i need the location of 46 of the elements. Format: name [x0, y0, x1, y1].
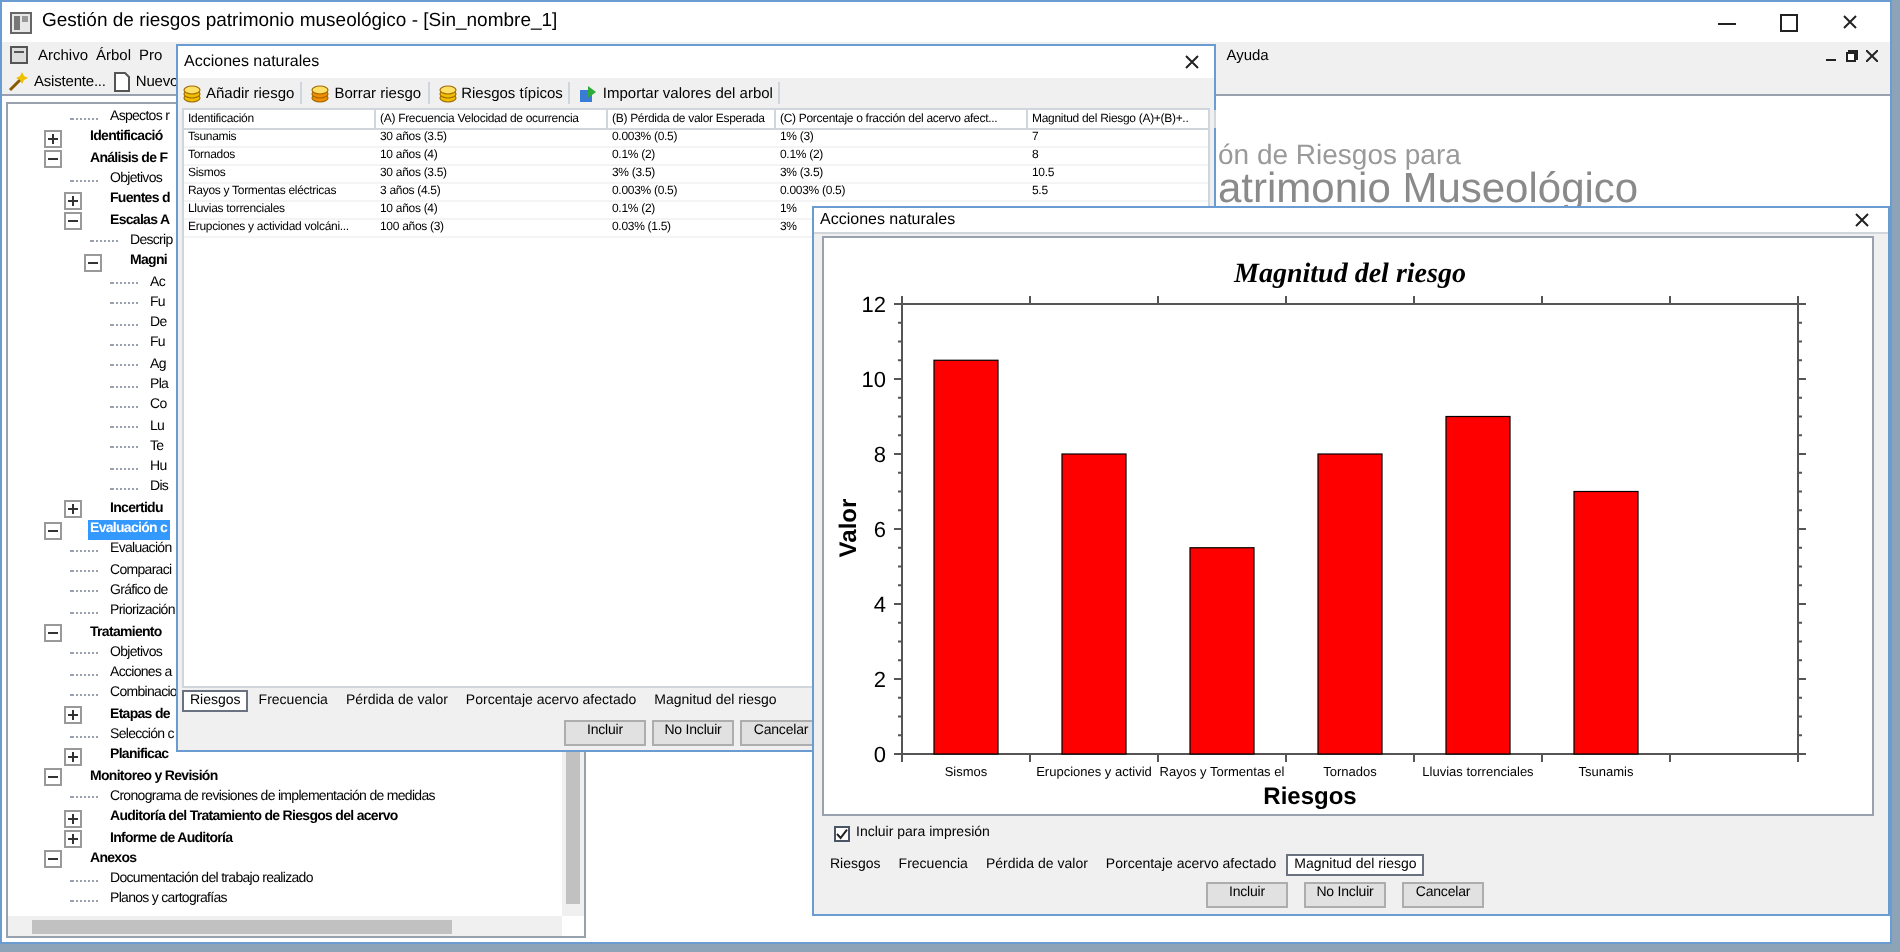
dialog-title: Acciones naturales	[184, 50, 320, 74]
expand-icon[interactable]	[64, 706, 82, 725]
wand-icon	[8, 71, 28, 91]
close-icon[interactable]	[1854, 212, 1870, 229]
horizontal-scrollbar[interactable]	[8, 916, 562, 936]
y-tick-label: 10	[861, 369, 886, 394]
expand-icon[interactable]	[64, 500, 82, 519]
maximize-icon[interactable]	[1780, 13, 1798, 31]
y-tick-label: 2	[873, 669, 886, 694]
expand-icon[interactable]	[64, 809, 82, 828]
expand-icon[interactable]	[64, 191, 82, 210]
coin-stack-icon	[310, 83, 331, 103]
checkbox[interactable]	[834, 825, 850, 842]
document-icon	[113, 71, 130, 91]
expand-icon[interactable]	[64, 747, 82, 766]
coin-stack-icon	[437, 83, 458, 103]
x-axis-label: Riesgos	[1263, 782, 1357, 811]
y-axis-label: Valor	[834, 499, 862, 559]
y-tick-label: 0	[873, 744, 886, 769]
document-icon[interactable]	[10, 46, 28, 64]
y-tick-label: 8	[873, 444, 886, 469]
expand-icon[interactable]	[64, 830, 82, 849]
expand-icon[interactable]	[44, 129, 62, 148]
logo-subtitle: ón de Riesgos para	[1218, 140, 1463, 170]
app-icon	[10, 11, 32, 33]
dialog-title: Acciones naturales	[820, 208, 956, 233]
chart-title: Magnitud del riesgo	[1234, 260, 1466, 291]
collapse-icon[interactable]	[44, 521, 62, 540]
collapse-icon[interactable]	[84, 253, 102, 272]
close-icon[interactable]	[1184, 54, 1200, 70]
coin-stack-icon	[182, 83, 202, 103]
y-tick-label: 12	[861, 294, 886, 319]
collapse-icon[interactable]	[44, 850, 62, 869]
window-title: Gestión de riesgos patrimonio museológico - [Sin_nombre_1]	[42, 7, 558, 36]
close-icon[interactable]	[1842, 14, 1858, 30]
y-tick-label: 6	[873, 519, 886, 544]
restore-icon[interactable]	[1846, 49, 1858, 61]
check-icon	[836, 827, 848, 840]
import-icon	[578, 83, 599, 103]
collapse-icon[interactable]	[44, 150, 62, 169]
y-tick-label: 4	[873, 594, 886, 619]
collapse-icon[interactable]	[64, 212, 82, 231]
collapse-icon[interactable]	[44, 624, 62, 643]
close-icon[interactable]	[1866, 49, 1878, 61]
collapse-icon[interactable]	[44, 768, 62, 787]
logo-title: atrimonio Museológico	[1218, 170, 1641, 208]
